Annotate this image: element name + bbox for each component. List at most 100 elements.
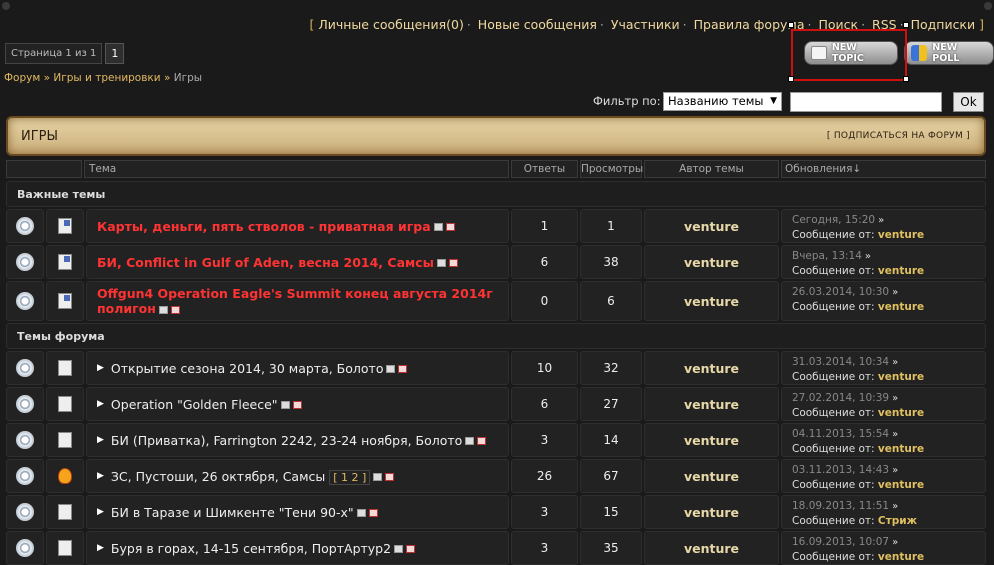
author-link[interactable]: venture <box>684 541 739 556</box>
go-to-last-icon[interactable]: » <box>892 537 898 548</box>
topic-title-link[interactable]: БИ (Приватка), Farrington 2242, 23-24 но… <box>111 433 462 448</box>
new-poll-label: NEW POLL <box>932 42 960 64</box>
last-post-label: Сообщение от: <box>792 265 875 277</box>
last-post-author[interactable]: venture <box>878 265 924 277</box>
topic-document-icon <box>58 432 72 448</box>
selection-handle[interactable] <box>788 76 794 82</box>
author-link[interactable]: venture <box>684 255 739 270</box>
last-post-date: Вчера, 13:14 <box>792 250 862 262</box>
topic-title-link[interactable]: ЗС, Пустоши, 26 октября, Самсы <box>111 469 325 484</box>
topic-title-link[interactable]: Operation "Golden Fleece" <box>111 397 278 412</box>
last-post-author[interactable]: venture <box>878 229 924 241</box>
updates-cell: 03.11.2013, 14:43» Сообщение от: venture <box>781 459 986 493</box>
topic-pages[interactable]: [ 1 2 ] <box>329 469 371 485</box>
replies-cell: 6 <box>511 245 578 279</box>
last-post-author[interactable]: venture <box>878 551 924 563</box>
go-to-last-icon[interactable]: » <box>892 287 898 298</box>
views-cell: 35 <box>580 531 642 565</box>
selection-box[interactable] <box>791 29 907 81</box>
mini-close-icon <box>477 437 487 445</box>
page-current[interactable]: 1 <box>105 43 125 64</box>
column-updates[interactable]: Обновления↓ <box>781 160 986 178</box>
topic-title-cell: ▶ Operation "Golden Fleece" <box>86 387 509 421</box>
author-cell: venture <box>644 351 779 385</box>
mini-doc-icon <box>158 305 168 314</box>
hot-topic-icon <box>58 468 72 484</box>
breadcrumb-forum[interactable]: Форум <box>4 72 40 84</box>
bullet-icon: ▶ <box>97 399 104 409</box>
views-count: 1 <box>607 219 615 233</box>
nav-members[interactable]: Участники <box>611 17 680 32</box>
filter-input[interactable] <box>790 92 942 112</box>
replies-cell: 10 <box>511 351 578 385</box>
mini-doc-icon <box>436 259 446 267</box>
topic-status-icon <box>16 359 34 377</box>
filter-label: Фильтр по: <box>593 94 661 108</box>
go-to-last-icon[interactable]: » <box>878 215 884 226</box>
mini-close-icon <box>368 509 378 517</box>
topic-title-link[interactable]: БИ, Conflict in Gulf of Aden, весна 2014… <box>97 255 434 270</box>
topic-title-cell: БИ, Conflict in Gulf of Aden, весна 2014… <box>86 245 509 279</box>
author-link[interactable]: venture <box>684 433 739 448</box>
go-to-last-icon[interactable]: » <box>892 501 898 512</box>
replies-cell: 0 <box>511 281 578 321</box>
column-topic[interactable]: Тема <box>84 160 509 178</box>
breadcrumb: Форум » Игры и тренировки » Игры <box>4 72 202 84</box>
selection-handle[interactable] <box>903 76 909 82</box>
nav-new-messages[interactable]: Новые сообщения <box>478 17 597 32</box>
new-poll-button[interactable]: NEW POLL <box>904 41 994 65</box>
author-link[interactable]: venture <box>684 294 739 309</box>
topic-title-link[interactable]: Буря в горах, 14-15 сентября, ПортАртур2 <box>111 541 391 556</box>
last-post-author[interactable]: venture <box>878 371 924 383</box>
views-count: 38 <box>603 255 619 269</box>
views-cell: 67 <box>580 459 642 493</box>
author-link[interactable]: venture <box>684 397 739 412</box>
topic-title-link[interactable]: Offgun4 Operation Eagle's Summit конец а… <box>97 286 493 316</box>
replies-count: 1 <box>540 219 549 233</box>
column-status <box>6 160 82 178</box>
breadcrumb-games-training[interactable]: Игры и тренировки <box>53 72 160 84</box>
breadcrumb-sep: » <box>43 72 51 84</box>
last-post-author[interactable]: venture <box>878 479 924 491</box>
mini-doc-icon <box>386 365 396 373</box>
column-views[interactable]: Просмотры <box>580 160 643 178</box>
selection-handle[interactable] <box>788 22 794 28</box>
go-to-last-icon[interactable]: » <box>865 251 871 262</box>
filter-ok-button[interactable]: Ok <box>953 92 984 112</box>
filter-select[interactable]: Названию темы ▼ <box>663 92 782 111</box>
nav-subscriptions[interactable]: Подписки <box>911 17 976 32</box>
nav-bracket-close: ] <box>979 17 984 32</box>
replies-count: 6 <box>540 255 549 269</box>
author-cell: venture <box>644 209 779 243</box>
go-to-last-icon[interactable]: » <box>892 357 898 368</box>
topic-title-cell: Карты, деньги, пять стволов - приватная … <box>86 209 509 243</box>
go-to-last-icon[interactable]: » <box>892 393 898 404</box>
topic-type-cell <box>46 387 84 421</box>
column-author[interactable]: Автор темы <box>644 160 779 178</box>
views-count: 14 <box>603 433 619 447</box>
topic-title-link[interactable]: Карты, деньги, пять стволов - приватная … <box>97 219 431 234</box>
author-link[interactable]: venture <box>684 469 739 484</box>
replies-cell: 3 <box>511 423 578 457</box>
last-post-author[interactable]: Стриж <box>878 515 917 527</box>
bullet-icon: ▶ <box>97 543 104 553</box>
author-link[interactable]: venture <box>684 505 739 520</box>
nav-private-messages[interactable]: Личные сообщения(0) <box>318 17 463 32</box>
go-to-last-icon[interactable]: » <box>892 429 898 440</box>
last-post-author[interactable]: venture <box>878 443 924 455</box>
topic-title-link[interactable]: БИ в Таразе и Шимкенте "Тени 90-х" <box>111 505 354 520</box>
topic-title-link[interactable]: Открытие сезона 2014, 30 марта, Болото <box>111 361 384 376</box>
author-link[interactable]: venture <box>684 219 739 234</box>
go-to-last-icon[interactable]: » <box>892 465 898 476</box>
last-post-author[interactable]: venture <box>878 301 924 313</box>
last-post-author[interactable]: venture <box>878 407 924 419</box>
topic-status-cell <box>6 387 44 421</box>
author-link[interactable]: venture <box>684 361 739 376</box>
selection-handle[interactable] <box>903 22 909 28</box>
filter-select-value: Названию темы <box>668 94 764 108</box>
last-post-label: Сообщение от: <box>792 479 875 491</box>
column-replies[interactable]: Ответы <box>511 160 578 178</box>
last-post-label: Сообщение от: <box>792 371 875 383</box>
subscribe-forum-link[interactable]: [ ПОДПИСАТЬСЯ НА ФОРУМ ] <box>827 131 970 141</box>
topic-type-cell <box>46 351 84 385</box>
